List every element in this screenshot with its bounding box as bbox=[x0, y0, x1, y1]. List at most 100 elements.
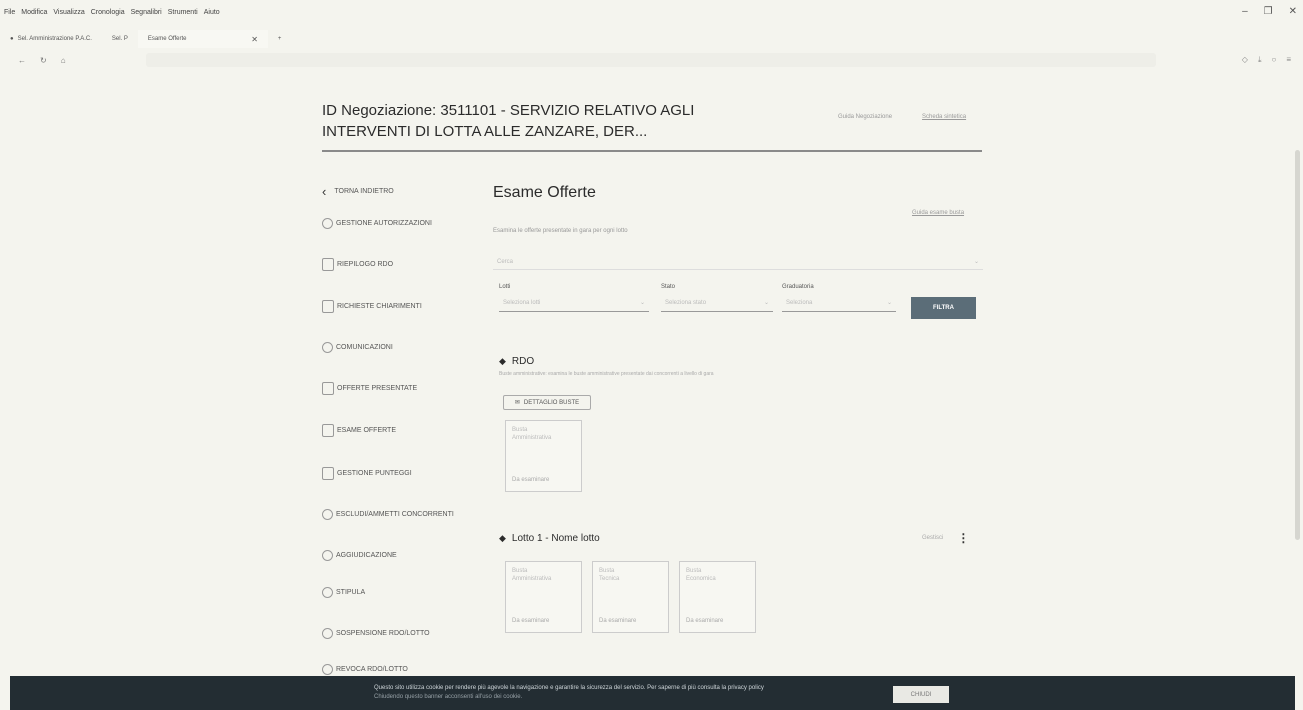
chevron-left-icon: ‹ bbox=[322, 184, 327, 199]
rdo-busta-card[interactable]: Busta Amministrativa Da esaminare bbox=[505, 420, 582, 492]
menu-help[interactable]: Aiuto bbox=[204, 9, 220, 16]
back-button[interactable]: ‹ TORNA INDIETRO bbox=[322, 184, 394, 199]
lotto-actions: Gestisci ⋮ bbox=[922, 531, 969, 545]
menu-view[interactable]: Visualizza bbox=[53, 9, 84, 16]
lotto-busta-card-2[interactable]: Busta Tecnica Da esaminare bbox=[592, 561, 669, 633]
card-name: Busta bbox=[512, 427, 528, 433]
user-icon bbox=[322, 509, 333, 520]
lotto-busta-card-3[interactable]: Busta Economica Da esaminare bbox=[679, 561, 756, 633]
page-title: ID Negoziazione: 3511101 - SERVIZIO RELA… bbox=[322, 102, 695, 140]
chat-icon bbox=[322, 342, 333, 353]
address-bar: ← ↻ ⌂ ◇ ⤓ ○ ≡ bbox=[0, 50, 1303, 70]
minimize-icon[interactable]: – bbox=[1242, 6, 1248, 17]
kebab-menu-icon[interactable]: ⋮ bbox=[957, 531, 969, 545]
sidebar-item-offers[interactable]: OFFERTE PRESENTATE bbox=[322, 382, 417, 395]
sidebar-item-exclude-admit[interactable]: ESCLUDI/AMMETTI CONCORRENTI bbox=[322, 509, 454, 520]
sidebar-item-award[interactable]: AGGIUDICAZIONE bbox=[322, 550, 397, 561]
window-controls: – ❐ ✕ bbox=[1242, 6, 1297, 17]
sidebar-item-label: REVOCA RDO/LOTTO bbox=[336, 666, 408, 673]
sidebar-item-clarifications[interactable]: RICHIESTE CHIARIMENTI bbox=[322, 300, 422, 313]
header-links: Guida Negoziazione Scheda sintetica bbox=[838, 114, 966, 120]
menu-edit[interactable]: Modifica bbox=[21, 9, 47, 16]
sidebar-item-suspend[interactable]: SOSPENSIONE RDO/LOTTO bbox=[322, 628, 430, 639]
cookie-text-block: Questo sito utilizza cookie per rendere … bbox=[374, 684, 764, 702]
menu-history[interactable]: Cronologia bbox=[91, 9, 125, 16]
sidebar-item-scores[interactable]: GESTIONE PUNTEGGI bbox=[322, 467, 412, 480]
sidebar-item-stipulate[interactable]: STIPULA bbox=[322, 587, 365, 598]
lotto-heading: ◆ Lotto 1 - Nome lotto bbox=[499, 533, 600, 544]
filter-label: Lotti bbox=[499, 284, 511, 290]
tab-favicon-icon: ● bbox=[10, 36, 14, 42]
sidebar-item-exam-offers[interactable]: ESAME OFFERTE bbox=[322, 424, 396, 437]
restore-icon[interactable]: ❐ bbox=[1264, 6, 1273, 17]
card-value: Amministrativa bbox=[512, 435, 552, 441]
close-tab-icon[interactable]: ✕ bbox=[251, 35, 258, 44]
card-name: Busta bbox=[512, 568, 528, 574]
menu-bookmarks[interactable]: Segnalibri bbox=[131, 9, 162, 16]
revoke-icon bbox=[322, 664, 333, 675]
card-value: Economica bbox=[686, 576, 716, 582]
guide-external-link[interactable]: Guida esame busta bbox=[912, 210, 964, 216]
cookie-close-button[interactable]: CHIUDI bbox=[893, 686, 949, 703]
menu-file[interactable]: File bbox=[4, 9, 15, 16]
filter-stato: Stato Seleziona stato ⌄ bbox=[661, 284, 773, 312]
home-icon[interactable]: ⌂ bbox=[61, 56, 66, 65]
lotto-heading-label: Lotto 1 - Nome lotto bbox=[511, 533, 600, 544]
new-tab-button[interactable]: + bbox=[268, 30, 292, 48]
account-icon[interactable]: ○ bbox=[1271, 55, 1276, 65]
chevron-down-icon: ⌄ bbox=[639, 300, 645, 306]
filter-lotti: Lotti Seleziona lotti ⌄ bbox=[499, 284, 649, 312]
page-scrollbar[interactable] bbox=[1295, 150, 1300, 540]
lotto-busta-card-1[interactable]: Busta Amministrativa Da esaminare bbox=[505, 561, 582, 633]
sidebar-item-label: STIPULA bbox=[336, 589, 366, 596]
card-name: Busta bbox=[686, 568, 702, 574]
filter-graduatoria: Graduatoria Seleziona ⌄ bbox=[782, 284, 896, 312]
search-input[interactable]: Cerca ⌄ bbox=[493, 254, 983, 270]
detail-buste-button[interactable]: ✉ DETTAGLIO BUSTE bbox=[503, 395, 591, 410]
download-icon[interactable]: ⤓ bbox=[1258, 55, 1262, 65]
select-value: Seleziona lotti bbox=[503, 299, 541, 306]
rdo-heading: ◆ RDO bbox=[499, 356, 534, 367]
key-icon bbox=[322, 218, 333, 229]
cookie-text: Questo sito utilizza cookie per rendere … bbox=[374, 685, 764, 691]
card-status: Da esaminare bbox=[599, 618, 637, 624]
reload-icon[interactable]: ↻ bbox=[40, 56, 47, 65]
search-placeholder: Cerca bbox=[497, 258, 514, 265]
table-icon bbox=[322, 467, 334, 480]
lotto-actions-label[interactable]: Gestisci bbox=[922, 535, 943, 541]
divider bbox=[322, 150, 982, 152]
lotti-select[interactable]: Seleziona lotti ⌄ bbox=[499, 294, 649, 312]
sidebar-item-label: AGGIUDICAZIONE bbox=[336, 552, 397, 559]
rdo-description: Buste amministrative: esamina le buste a… bbox=[499, 371, 714, 377]
pin-icon: ◆ bbox=[499, 356, 506, 366]
sidebar-item-authorizations[interactable]: GESTIONE AUTORIZZAZIONI bbox=[322, 218, 432, 229]
menu-icon[interactable]: ≡ bbox=[1286, 55, 1291, 65]
close-window-icon[interactable]: ✕ bbox=[1289, 6, 1297, 17]
filter-button[interactable]: FILTRA bbox=[911, 297, 976, 319]
sidebar-item-label: COMUNICAZIONI bbox=[336, 344, 393, 351]
sidebar-item-rdo-summary[interactable]: RIEPILOGO RDO bbox=[322, 258, 393, 271]
browser-tabbar: ● Sel. Amministrazione P.A.C. Sel. P Esa… bbox=[0, 30, 1303, 48]
select-value: Seleziona bbox=[786, 299, 813, 306]
tab-2[interactable]: Sel. P bbox=[102, 30, 138, 48]
cookie-subtext: Chiudendo questo banner acconsenti all'u… bbox=[374, 694, 523, 700]
shield-icon[interactable]: ◇ bbox=[1242, 55, 1248, 65]
menu-tools[interactable]: Strumenti bbox=[168, 9, 198, 16]
back-arrow-icon[interactable]: ← bbox=[18, 56, 26, 65]
tab-label: Sel. Amministrazione P.A.C. bbox=[17, 36, 92, 42]
guide-link[interactable]: Guida Negoziazione bbox=[838, 114, 892, 120]
summary-link[interactable]: Scheda sintetica bbox=[922, 114, 966, 120]
document-icon bbox=[322, 382, 334, 395]
tab-1[interactable]: ● Sel. Amministrazione P.A.C. bbox=[0, 30, 102, 48]
section-title: Esame Offerte bbox=[493, 184, 596, 201]
sidebar-item-revoke[interactable]: REVOCA RDO/LOTTO bbox=[322, 664, 408, 675]
card-status: Da esaminare bbox=[512, 618, 550, 624]
pause-icon bbox=[322, 628, 333, 639]
url-field[interactable] bbox=[145, 53, 1156, 67]
graduatoria-select[interactable]: Seleziona ⌄ bbox=[782, 294, 896, 312]
stato-select[interactable]: Seleziona stato ⌄ bbox=[661, 294, 773, 312]
card-status: Da esaminare bbox=[686, 618, 724, 624]
tab-active[interactable]: Esame Offerte ✕ bbox=[137, 30, 268, 48]
sidebar-item-label: SOSPENSIONE RDO/LOTTO bbox=[336, 630, 430, 637]
sidebar-item-communications[interactable]: COMUNICAZIONI bbox=[322, 342, 393, 353]
